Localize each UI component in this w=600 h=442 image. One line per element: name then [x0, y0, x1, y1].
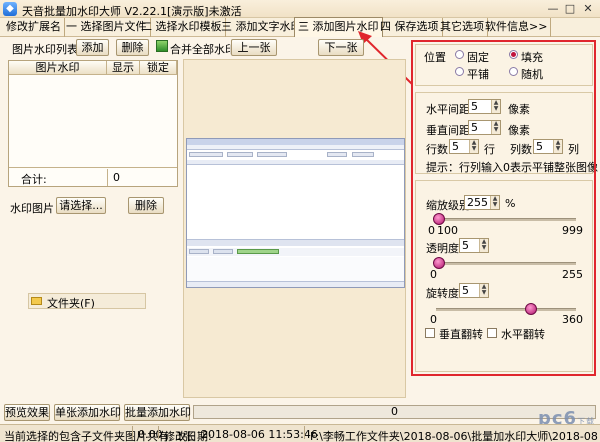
preview-statusbar [187, 281, 404, 287]
preview-button [237, 249, 279, 254]
column-header-locked[interactable]: 锁定 [140, 61, 177, 75]
preview-button [227, 152, 253, 157]
minimize-button[interactable]: — [545, 1, 561, 16]
preview-button [213, 249, 233, 254]
column-header-visible[interactable]: 显示 [107, 61, 140, 75]
next-image-button[interactable]: 下一张 [318, 39, 364, 56]
preview-toolbar [187, 248, 404, 256]
list-divider [9, 167, 177, 168]
total-label: 合计: [21, 173, 47, 186]
tab-rename-extension[interactable]: 修改扩展名 [3, 18, 65, 37]
tab-select-template[interactable]: 二 选择水印模板 [138, 18, 226, 37]
watermark-list-label: 图片水印列表 [12, 43, 78, 56]
add-watermark-button[interactable]: 添加 [76, 39, 109, 56]
preview-button [352, 152, 374, 157]
single-watermark-button[interactable]: 单张添加水印 [54, 404, 121, 421]
preview-effect-button[interactable]: 预览效果 [4, 404, 50, 421]
tab-text-watermark[interactable]: 三 添加文字水印 [218, 18, 306, 37]
total-value: 0 [113, 171, 120, 184]
preview-list [187, 166, 404, 216]
watermark-list[interactable]: 图片水印 显示 锁定 合计: 0 [8, 60, 178, 187]
delete-watermark-button[interactable]: 删除 [116, 39, 149, 56]
maximize-button[interactable]: □ [562, 1, 578, 16]
watermark-image-label: 水印图片 [10, 202, 54, 215]
window-title: 天音批量加水印大师 V2.22.1[演示版]未激活 [22, 5, 242, 18]
highlight-box [411, 40, 596, 376]
folder-item[interactable]: 文件夹(F) [28, 293, 146, 310]
total-divider [107, 169, 108, 186]
status-separator [132, 426, 133, 439]
preview-button [189, 152, 223, 157]
folder-label: 文件夹(F) [47, 297, 95, 310]
folder-icon [31, 297, 42, 305]
status-date: 2018-08-06 11:53:46 [201, 428, 318, 441]
status-path: F:\李畅工作文件夹\2018-08-06\批量加水印大师\2018-08-06… [310, 430, 598, 442]
column-header-watermark[interactable]: 图片水印 [9, 61, 107, 75]
prev-image-button[interactable]: 上一张 [231, 39, 277, 56]
preview-button [189, 249, 209, 254]
status-separator [304, 426, 305, 439]
delete-image-button[interactable]: 删除 [128, 197, 164, 214]
tab-other-options[interactable]: 其它选项 [437, 18, 488, 37]
batch-watermark-button[interactable]: 批量添加水印 [124, 404, 191, 421]
browse-image-button[interactable]: 请选择... [56, 197, 106, 214]
preview-button [257, 152, 287, 157]
close-button[interactable]: ✕ [580, 1, 596, 16]
preview-area[interactable] [183, 59, 406, 398]
tab-software-info[interactable]: 软件信息>> [482, 18, 552, 37]
preview-header-row [187, 160, 404, 165]
merge-icon [156, 40, 168, 52]
app-icon: ◆ [3, 2, 17, 16]
progress-bar: 0 [193, 405, 596, 419]
preview-progress [187, 239, 404, 246]
preview-button [327, 152, 347, 157]
merge-all-watermarks[interactable]: 合并全部水印 [170, 41, 236, 57]
status-separator [158, 426, 159, 439]
preview-image [186, 138, 405, 288]
preview-tabs [187, 145, 404, 150]
